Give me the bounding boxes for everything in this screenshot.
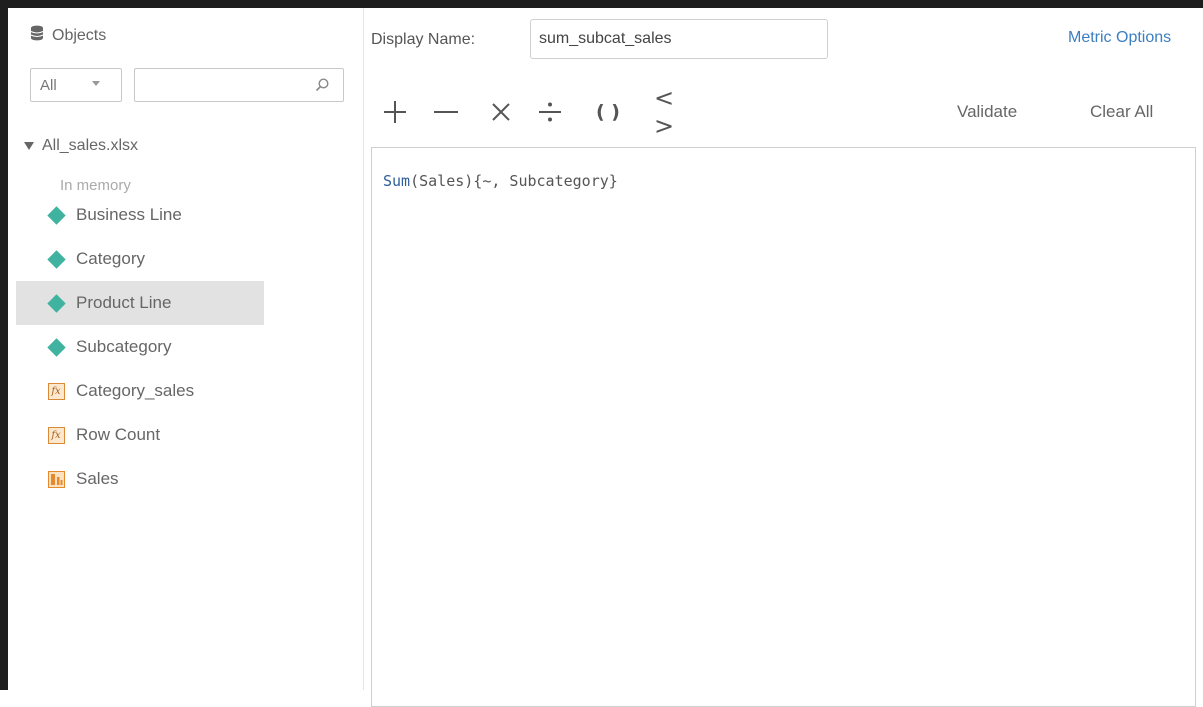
tree-item-business-line[interactable]: Business Line: [16, 193, 264, 237]
objects-panel: Objects All All_sales.xlsx In memory Bus…: [8, 8, 364, 690]
object-search-input[interactable]: [141, 73, 310, 99]
plus-operator-button[interactable]: [378, 93, 412, 131]
derived-metric-fx-icon: fx: [46, 425, 66, 445]
tree-item-label: Row Count: [76, 425, 161, 444]
tree-item-label: Sales: [76, 469, 119, 488]
clear-all-button[interactable]: Clear All: [1090, 102, 1153, 122]
comparison-label: < >: [654, 84, 675, 140]
objects-title: Objects: [52, 26, 107, 44]
window-frame-top: [0, 0, 1203, 8]
formula-text[interactable]: Sum(Sales){~, Subcategory}: [383, 172, 618, 190]
object-search-box[interactable]: [134, 68, 344, 102]
minus-icon: [434, 111, 458, 113]
objects-header: Objects: [30, 25, 106, 46]
validate-button[interactable]: Validate: [957, 102, 1017, 122]
tree-item-label: Business Line: [76, 205, 182, 224]
tree-item-sales[interactable]: Sales: [16, 457, 264, 501]
dataset-name: All_sales.xlsx: [42, 137, 139, 154]
tree-item-label: Category_sales: [76, 381, 195, 400]
attribute-diamond-icon: [46, 293, 66, 313]
attribute-diamond-icon: [46, 337, 66, 357]
tree-item-category[interactable]: Category: [16, 237, 264, 281]
comparison-operator-button[interactable]: < >: [654, 84, 700, 140]
window-frame-left: [0, 0, 8, 690]
formula-editor[interactable]: Sum(Sales){~, Subcategory}: [371, 147, 1196, 707]
dataset-tree-root[interactable]: All_sales.xlsx: [24, 137, 138, 155]
plus-icon: [384, 101, 406, 123]
divide-icon: [539, 102, 561, 122]
attribute-diamond-icon: [46, 249, 66, 269]
tree-item-label: Subcategory: [76, 337, 172, 356]
search-icon[interactable]: [315, 78, 329, 97]
tree-item-row-count[interactable]: fx Row Count: [16, 413, 264, 457]
tree-item-label: Product Line: [76, 293, 172, 312]
minus-operator-button[interactable]: [429, 93, 463, 131]
dataset-status: In memory: [60, 177, 131, 194]
metric-options-link[interactable]: Metric Options: [1068, 29, 1171, 47]
multiply-icon: [492, 103, 510, 121]
expand-caret-icon[interactable]: [24, 142, 34, 150]
tree-item-label: Category: [76, 249, 145, 268]
object-filter-dropdown[interactable]: All: [30, 68, 122, 102]
display-name-input[interactable]: [530, 19, 828, 59]
database-icon: [30, 25, 44, 46]
derived-metric-fx-icon: fx: [46, 381, 66, 401]
parentheses-operator-button[interactable]: ( ): [588, 93, 628, 131]
object-filter-value: All: [40, 76, 57, 94]
attribute-diamond-icon: [46, 205, 66, 225]
formula-function: Sum: [383, 172, 411, 190]
metric-icon: [46, 469, 66, 489]
tree-item-category-sales[interactable]: fx Category_sales: [16, 369, 264, 413]
formula-arguments: (Sales){~, Subcategory}: [410, 172, 618, 190]
tree-item-product-line[interactable]: Product Line: [16, 281, 264, 325]
display-name-label: Display Name:: [371, 31, 476, 48]
chevron-down-icon: [92, 81, 100, 86]
tree-item-subcategory[interactable]: Subcategory: [16, 325, 264, 369]
parentheses-label: ( ): [596, 101, 620, 123]
divide-operator-button[interactable]: [533, 93, 567, 131]
multiply-operator-button[interactable]: [484, 93, 518, 131]
